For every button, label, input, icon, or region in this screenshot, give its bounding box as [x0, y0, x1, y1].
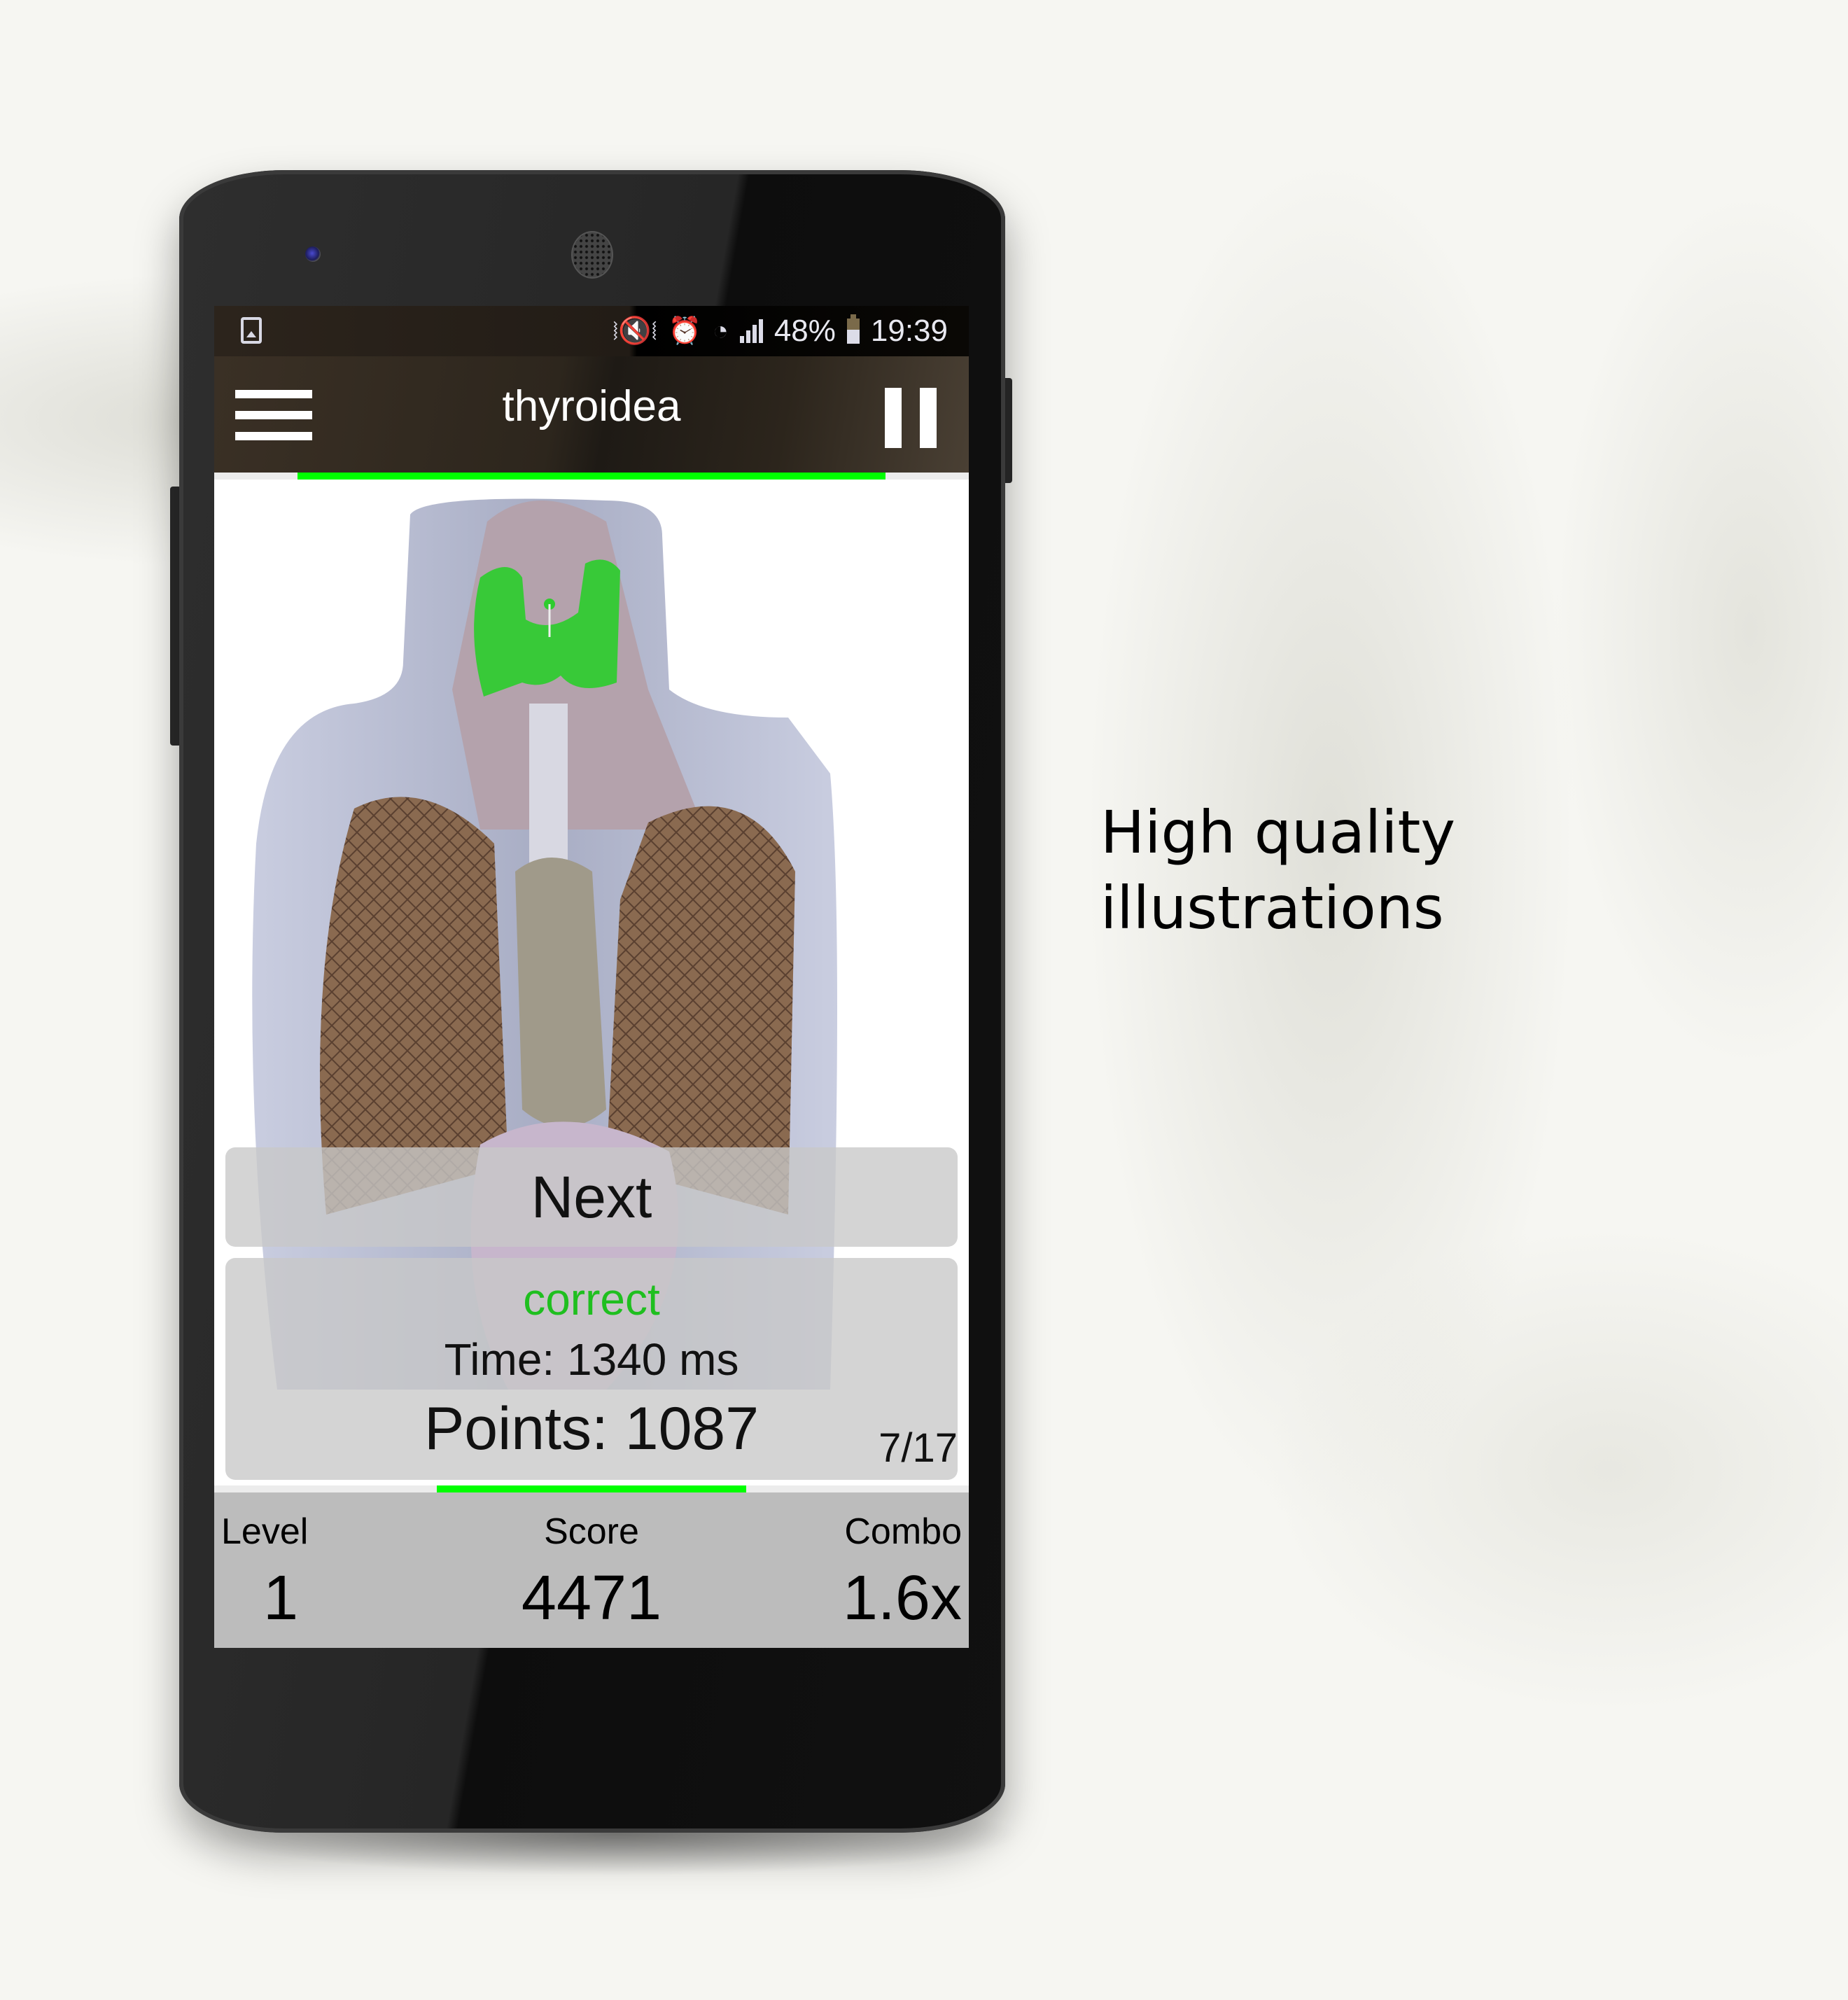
vibrate-mute-icon: ⧘🔇⧙: [612, 316, 657, 346]
gallery-icon: [241, 317, 262, 344]
caption-line-1: High quality: [1100, 798, 1456, 867]
next-button[interactable]: Next: [225, 1147, 958, 1247]
promo-caption: High quality illustrations: [1100, 795, 1455, 946]
timer-progress-fill: [297, 473, 886, 480]
caption-line-2: illustrations: [1100, 874, 1444, 942]
battery-percent: 48%: [774, 314, 836, 348]
points-earned: Points: 1087: [424, 1395, 760, 1462]
question-progress-bar: [214, 1485, 969, 1492]
stats-panel: Level 1 Score 4471 Combo 1.6x: [214, 1492, 969, 1648]
timer-progress-bar: [214, 473, 969, 480]
result-panel: correct Time: 1340 ms Points: 1087 7/17: [225, 1258, 958, 1480]
wifi-icon: ◔: [712, 316, 729, 346]
app-bar: thyroidea: [214, 356, 969, 473]
battery-icon: [846, 314, 860, 344]
response-time: Time: 1340 ms: [444, 1334, 739, 1385]
trachea: [529, 704, 568, 872]
phone-screen: ⧘🔇⧙ ⏰ ◔ 48% 19:39 thyroidea Next correct…: [214, 306, 969, 1648]
question-title: thyroidea: [502, 382, 681, 431]
front-camera: [305, 246, 321, 262]
phone-frame: ⧘🔇⧙ ⏰ ◔ 48% 19:39 thyroidea Next correct…: [179, 170, 1005, 1833]
thymus: [515, 858, 606, 1127]
alarm-icon: ⏰: [668, 316, 701, 346]
question-counter: 7/17: [878, 1425, 958, 1471]
combo-value: 1.6x: [842, 1563, 962, 1633]
result-status: correct: [523, 1274, 660, 1324]
earpiece-speaker: [571, 231, 613, 279]
question-progress-fill: [437, 1485, 746, 1492]
status-time: 19:39: [870, 314, 948, 348]
combo-label: Combo: [844, 1511, 962, 1552]
pause-icon[interactable]: [885, 388, 937, 448]
status-bar: ⧘🔇⧙ ⏰ ◔ 48% 19:39: [214, 306, 969, 356]
signal-icon: [739, 319, 763, 343]
